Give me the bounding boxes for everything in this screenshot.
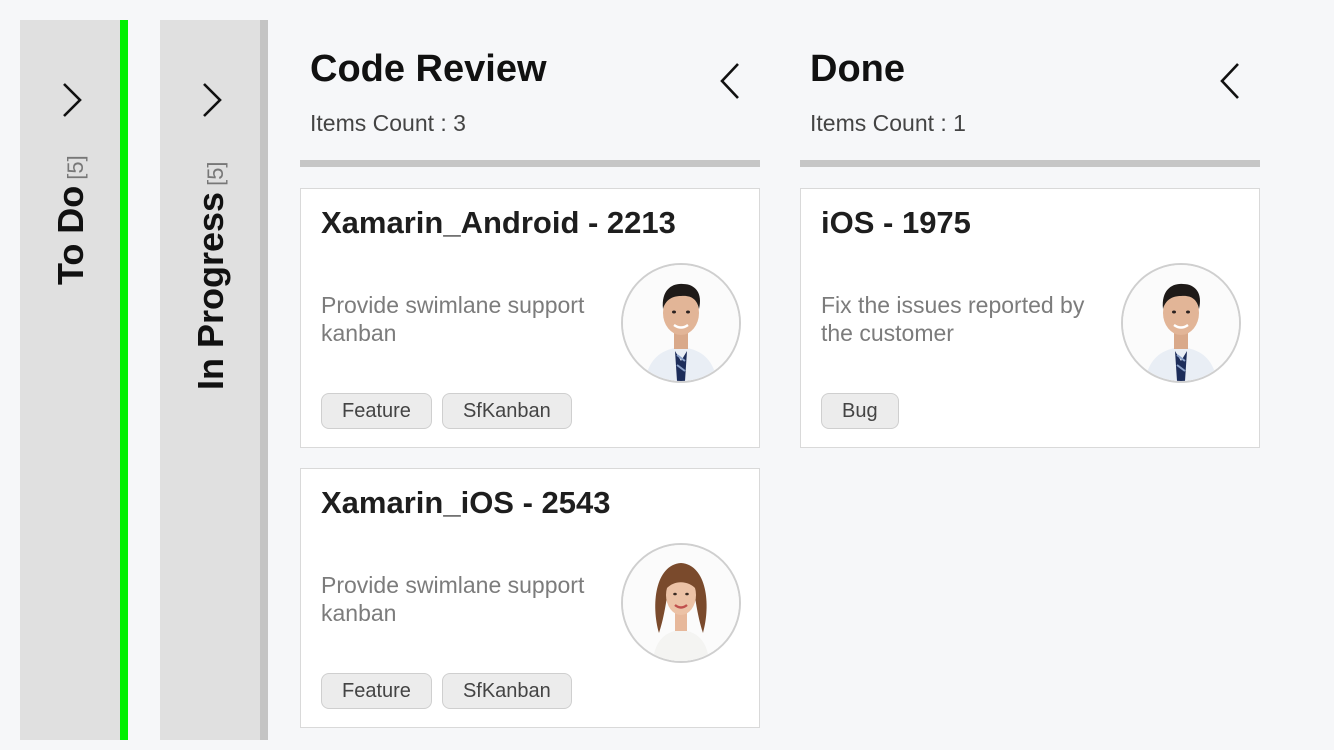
column-title: To Do bbox=[50, 185, 91, 285]
chevron-left-icon[interactable] bbox=[1216, 60, 1246, 102]
card-tags: Feature SfKanban bbox=[321, 393, 572, 429]
chevron-right-icon[interactable] bbox=[196, 80, 226, 120]
tag-chip[interactable]: Bug bbox=[821, 393, 899, 429]
column-todo-label: To Do [5] bbox=[50, 155, 91, 285]
column-todo-collapsed[interactable]: To Do [5] bbox=[20, 20, 120, 740]
kanban-card[interactable]: iOS - 1975 Fix the issues reported by th… bbox=[800, 188, 1260, 448]
female-avatar bbox=[621, 543, 741, 663]
column-title: Code Review bbox=[310, 48, 547, 90]
in-progress-status-stripe bbox=[260, 20, 268, 740]
tag-chip[interactable]: SfKanban bbox=[441, 393, 572, 429]
tag-chip[interactable]: Feature bbox=[321, 673, 432, 709]
kanban-card[interactable]: Xamarin_Android - 2213 Provide swimlane … bbox=[300, 188, 760, 448]
todo-status-stripe bbox=[120, 20, 128, 740]
tag-chip[interactable]: Feature bbox=[321, 393, 432, 429]
male-avatar bbox=[1121, 263, 1241, 383]
items-count: Items Count : 3 bbox=[310, 110, 466, 136]
card-description: Provide swimlane support kanban bbox=[321, 572, 585, 626]
column-title: In Progress bbox=[190, 191, 231, 390]
card-tags: Bug bbox=[821, 393, 899, 429]
male-avatar bbox=[621, 263, 741, 383]
column-divider bbox=[300, 160, 760, 167]
tag-chip[interactable]: SfKanban bbox=[441, 673, 572, 709]
card-tags: Feature SfKanban bbox=[321, 673, 572, 709]
chevron-right-icon[interactable] bbox=[56, 80, 86, 120]
card-title: Xamarin_Android - 2213 bbox=[321, 205, 676, 240]
card-description: Fix the issues reported by the customer bbox=[821, 292, 1085, 346]
column-divider bbox=[800, 160, 1260, 167]
items-count: Items Count : 1 bbox=[810, 110, 966, 136]
chevron-left-icon[interactable] bbox=[716, 60, 746, 102]
column-title: Done bbox=[810, 48, 905, 90]
column-in-progress-label: In Progress [5] bbox=[190, 161, 231, 390]
card-description: Provide swimlane support kanban bbox=[321, 292, 585, 346]
column-in-progress-collapsed[interactable]: In Progress [5] bbox=[160, 20, 260, 740]
card-title: iOS - 1975 bbox=[821, 205, 971, 240]
card-title: Xamarin_iOS - 2543 bbox=[321, 485, 611, 520]
column-count: [5] bbox=[203, 161, 228, 186]
kanban-card[interactable]: Xamarin_iOS - 2543 Provide swimlane supp… bbox=[300, 468, 760, 728]
column-count: [5] bbox=[63, 155, 88, 180]
